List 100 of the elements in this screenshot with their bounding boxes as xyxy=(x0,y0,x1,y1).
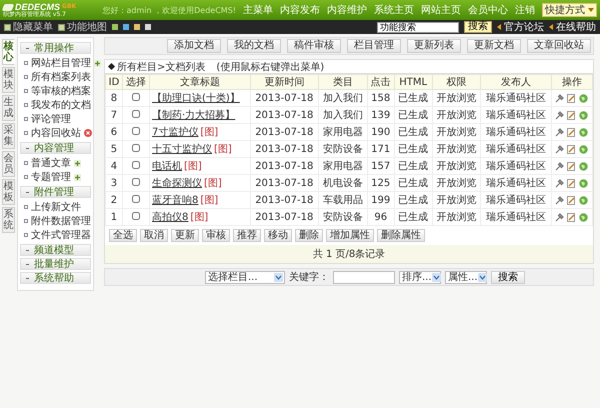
row-checkbox[interactable] xyxy=(132,110,140,118)
menu-item[interactable]: 附件数据管理 xyxy=(31,214,91,228)
theme-swatch[interactable] xyxy=(134,24,140,30)
menu-section-header[interactable]: 频道模型 xyxy=(20,244,91,256)
caret-icon[interactable] xyxy=(588,8,594,12)
side-tab[interactable]: 采集 xyxy=(2,123,15,149)
toolbar-button[interactable]: 添加文档 xyxy=(167,39,221,53)
action-button[interactable]: 审核 xyxy=(202,229,230,242)
title-link[interactable]: 蓝牙音响8 xyxy=(152,195,198,206)
help-link[interactable]: 在线帮助 xyxy=(549,20,596,34)
add-icon[interactable] xyxy=(74,174,81,180)
add-icon[interactable] xyxy=(74,160,81,166)
bullet-icon[interactable] xyxy=(24,61,28,65)
side-tab[interactable]: 模板 xyxy=(2,179,15,205)
row-checkbox[interactable] xyxy=(132,194,140,202)
dropdown-arrow-icon[interactable] xyxy=(478,272,487,282)
menu-item[interactable]: 内容回收站 xyxy=(31,126,81,140)
edit-icon[interactable] xyxy=(567,196,576,204)
toolbar-button[interactable]: 更新文档 xyxy=(467,39,521,53)
title-link[interactable]: 7寸监护仪 xyxy=(152,127,198,138)
title-link[interactable]: 高拍仪8 xyxy=(152,212,188,223)
bullet-icon[interactable] xyxy=(24,219,28,223)
tools-icon[interactable] xyxy=(555,110,564,120)
search-button[interactable]: 搜索 xyxy=(491,270,525,284)
bullet-icon[interactable] xyxy=(24,161,28,165)
edit-icon[interactable] xyxy=(567,178,576,188)
row-checkbox[interactable] xyxy=(132,126,140,134)
action-button[interactable]: 删除 xyxy=(295,229,323,242)
action-button[interactable]: 增加属性 xyxy=(326,229,374,242)
help-link[interactable]: 官方论坛 xyxy=(497,20,544,34)
row-checkbox[interactable] xyxy=(132,178,140,186)
theme-swatch[interactable] xyxy=(112,24,118,30)
action-button[interactable]: 取消 xyxy=(140,229,168,242)
side-tab[interactable]: 生成 xyxy=(2,95,15,121)
menu-section-header[interactable]: 批量维护 xyxy=(20,258,91,270)
edit-icon[interactable] xyxy=(567,128,576,136)
edit-icon[interactable] xyxy=(567,144,576,154)
toolbar-link[interactable]: 功能地图 xyxy=(58,20,107,34)
toolbar-button[interactable]: 更新列表 xyxy=(407,39,461,53)
bullet-icon[interactable] xyxy=(24,205,28,209)
menu-item[interactable]: 等审核的档案 xyxy=(31,84,91,98)
globe-icon[interactable] xyxy=(579,110,588,120)
shortcut-button[interactable]: 快捷方式 xyxy=(542,3,597,17)
toolbar-button[interactable]: 文章回收站 xyxy=(527,39,591,53)
row-checkbox[interactable] xyxy=(132,144,140,152)
theme-swatch[interactable] xyxy=(145,24,151,30)
bullet-icon[interactable] xyxy=(24,233,28,237)
bullet-icon[interactable] xyxy=(24,175,28,179)
tools-icon[interactable] xyxy=(555,178,564,188)
row-checkbox[interactable] xyxy=(132,92,140,100)
tools-icon[interactable] xyxy=(555,128,564,136)
bullet-icon[interactable] xyxy=(24,131,28,135)
triangle-icon[interactable] xyxy=(549,24,553,30)
toolbar-button[interactable]: 我的文档 xyxy=(227,39,281,53)
add-icon[interactable] xyxy=(94,60,101,66)
toolbar-button[interactable]: 栏目管理 xyxy=(347,39,401,53)
row-checkbox[interactable] xyxy=(132,212,140,220)
globe-icon[interactable] xyxy=(579,128,588,136)
dropdown[interactable]: 属性... xyxy=(445,270,487,284)
globe-icon[interactable] xyxy=(579,212,588,222)
title-link[interactable]: 电话机 xyxy=(152,161,182,172)
globe-icon[interactable] xyxy=(579,94,588,102)
keyword-field[interactable] xyxy=(333,270,395,284)
bullet-icon[interactable] xyxy=(24,75,28,79)
edit-icon[interactable] xyxy=(567,94,576,102)
triangle-icon[interactable] xyxy=(497,24,501,30)
menu-item[interactable]: 网站栏目管理 xyxy=(31,56,91,70)
menu-item[interactable]: 上传新文件 xyxy=(31,200,81,214)
dropdown-arrow-icon[interactable] xyxy=(432,272,441,282)
dropdown[interactable]: 选择栏目... xyxy=(205,270,285,284)
row-checkbox[interactable] xyxy=(132,160,140,168)
delete-icon[interactable] xyxy=(84,129,92,137)
tools-icon[interactable] xyxy=(555,94,564,102)
title-link[interactable]: 生命探测仪 xyxy=(152,178,202,189)
dropdown-arrow-icon[interactable] xyxy=(274,272,283,282)
globe-icon[interactable] xyxy=(579,178,588,188)
side-tab[interactable]: 核心 xyxy=(2,39,15,65)
square-icon[interactable] xyxy=(4,24,11,30)
square-icon[interactable] xyxy=(58,24,65,30)
action-button[interactable]: 推荐 xyxy=(233,229,261,242)
edit-icon[interactable] xyxy=(567,162,576,170)
bullet-icon[interactable] xyxy=(24,117,28,121)
side-tab[interactable]: 模块 xyxy=(2,67,15,93)
menu-item[interactable]: 我发布的文档 xyxy=(31,98,91,112)
tools-icon[interactable] xyxy=(555,212,564,222)
globe-icon[interactable] xyxy=(579,162,588,170)
tools-icon[interactable] xyxy=(555,144,564,154)
edit-icon[interactable] xyxy=(567,110,576,120)
edit-icon[interactable] xyxy=(567,212,576,222)
toolbar-link[interactable]: 隐藏菜单 xyxy=(4,20,53,34)
globe-icon[interactable] xyxy=(579,144,588,154)
action-button[interactable]: 移动 xyxy=(264,229,292,242)
search-button[interactable]: 搜索 xyxy=(464,21,492,33)
tools-icon[interactable] xyxy=(555,196,564,204)
menu-section-header[interactable]: 内容管理 xyxy=(20,142,91,154)
menu-item[interactable]: 文件式管理器 xyxy=(31,228,91,242)
action-button[interactable]: 全选 xyxy=(109,229,137,242)
menu-item[interactable]: 所有档案列表 xyxy=(31,70,91,84)
menu-item[interactable]: 专题管理 xyxy=(31,170,71,184)
bullet-icon[interactable] xyxy=(24,89,28,93)
